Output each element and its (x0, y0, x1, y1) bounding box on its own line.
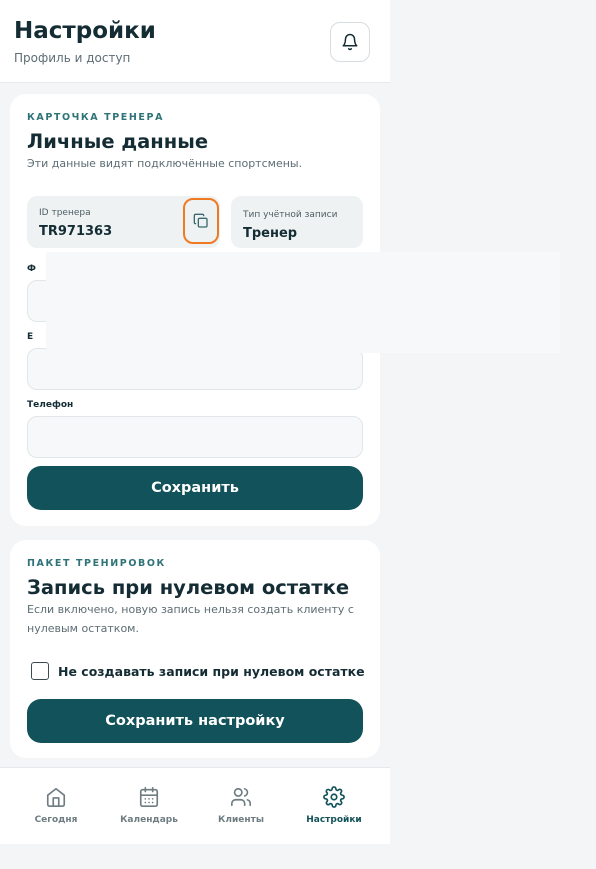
overlay-panel (46, 252, 560, 353)
package-description: Если включено, новую запись нельзя созда… (27, 603, 354, 635)
users-icon (231, 787, 251, 807)
account-type-value: Тренер (243, 226, 298, 241)
top-header: Настройки Профиль и доступ (0, 0, 390, 83)
calendar-icon (139, 787, 159, 807)
account-type-box: Тип учётной записи Тренер (231, 196, 363, 248)
email-input[interactable] (27, 348, 363, 390)
zero-balance-option[interactable]: Не создавать записи при нулевом остатке (31, 662, 365, 680)
nav-item-calendar[interactable]: Календарь (101, 768, 197, 844)
page-subtitle: Профиль и доступ (14, 51, 131, 65)
nav-label-clients: Клиенты (218, 815, 264, 825)
bottom-nav: Сегодня Календарь Клиенты Настройки (0, 767, 390, 844)
package-card: ПАКЕТ ТРЕНИРОВОК Запись при нулевом оста… (10, 540, 380, 758)
package-eyebrow: ПАКЕТ ТРЕНИРОВОК (27, 558, 166, 569)
phone-input[interactable] (27, 416, 363, 458)
nav-label-today: Сегодня (34, 815, 78, 825)
phone-field-label: Телефон (27, 400, 74, 410)
trainer-id-value: TR971363 (39, 224, 113, 239)
notifications-button[interactable] (330, 22, 370, 62)
save-setting-button[interactable]: Сохранить настройку (27, 699, 363, 743)
nav-item-clients[interactable]: Клиенты (193, 768, 289, 844)
profile-eyebrow: КАРТОЧКА ТРЕНЕРА (27, 112, 165, 123)
nav-label-calendar: Календарь (120, 815, 178, 825)
nav-item-settings[interactable]: Настройки (286, 768, 382, 844)
account-type-label: Тип учётной записи (243, 210, 338, 220)
page-title: Настройки (14, 18, 156, 44)
gear-icon (323, 786, 345, 808)
profile-title: Личные данные (27, 130, 209, 153)
app-screen: Настройки Профиль и доступ КАРТОЧКА ТРЕН… (0, 0, 390, 844)
zero-balance-checkbox[interactable] (31, 662, 49, 680)
package-title: Запись при нулевом остатке (27, 576, 350, 599)
email-field-label: E (27, 332, 34, 342)
bell-icon (342, 33, 358, 51)
nav-item-today[interactable]: Сегодня (8, 768, 104, 844)
nav-label-settings: Настройки (306, 815, 362, 825)
profile-description: Эти данные видят подключённые спортсмены… (27, 157, 303, 170)
copy-icon (193, 213, 208, 228)
copy-id-button[interactable] (183, 198, 219, 244)
save-profile-button[interactable]: Сохранить (27, 466, 363, 510)
zero-balance-label: Не создавать записи при нулевом остатке (58, 663, 365, 679)
trainer-id-label: ID тренера (39, 208, 91, 218)
home-icon (46, 787, 66, 807)
name-field-label: Ф (27, 264, 36, 274)
